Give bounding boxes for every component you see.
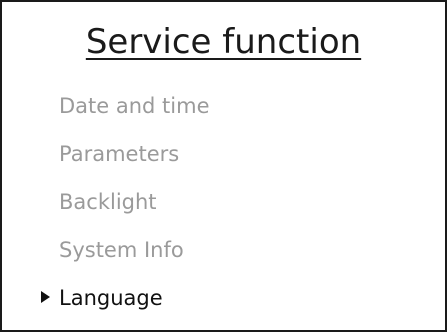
menu-item-backlight[interactable]: Backlight [2, 178, 445, 226]
menu-item-label: System Info [59, 238, 184, 262]
menu-item-system-info[interactable]: System Info [2, 226, 445, 274]
menu-item-label: Date and time [59, 94, 210, 118]
menu-item-parameters[interactable]: Parameters [2, 130, 445, 178]
service-menu-screen: Service function Date and time Parameter… [0, 0, 447, 332]
menu-item-label: Backlight [59, 190, 157, 214]
triangle-right-icon [41, 291, 50, 303]
menu-item-date-and-time[interactable]: Date and time [2, 82, 445, 130]
menu-item-label: Language [59, 286, 163, 310]
menu-item-language[interactable]: Language [2, 274, 445, 322]
page-title: Service function [85, 22, 362, 62]
menu-item-label: Parameters [59, 142, 180, 166]
service-menu-list: Date and time Parameters Backlight Syste… [2, 82, 445, 322]
